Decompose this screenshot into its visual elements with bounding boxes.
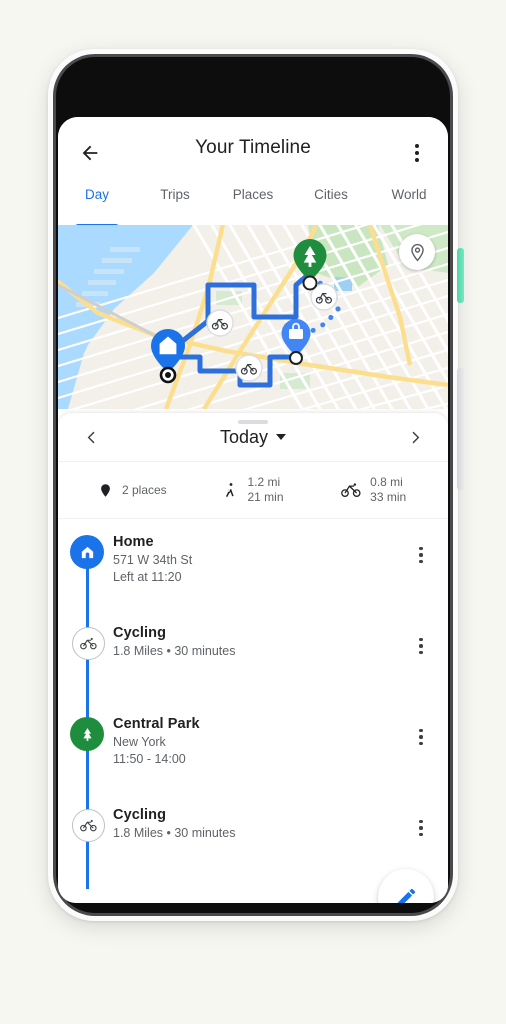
stat-cycling-text: 0.8 mi 33 min	[370, 475, 406, 505]
entry-title: Home	[113, 534, 154, 550]
tab-cities[interactable]: Cities	[292, 185, 370, 225]
chevron-left-icon	[87, 431, 94, 443]
walking-icon	[226, 483, 235, 497]
stat-places-line1: 2 places	[121, 482, 167, 497]
entry-title: Cycling	[113, 625, 167, 641]
cycling-marker-3	[235, 354, 263, 382]
bicycle-icon	[79, 819, 97, 832]
bicycle-icon	[341, 483, 361, 497]
entry-subtitle-2: Left at 11:20	[113, 570, 182, 584]
caret-down-icon	[276, 434, 287, 440]
page-title: Your Timeline	[195, 137, 311, 158]
chevron-right-icon	[412, 431, 419, 443]
entry-subtitle-1: 1.8 Miles • 30 minutes	[113, 644, 236, 658]
stat-walking-text: 1.2 mi 21 min	[247, 475, 283, 505]
tab-places[interactable]: Places	[214, 185, 292, 225]
entry-subtitle-2: 11:50 - 14:00	[113, 752, 186, 766]
entry-overflow-button[interactable]	[408, 632, 434, 660]
stat-cycling-line2: 33 min	[370, 490, 407, 504]
timeline-entry-home[interactable]: Home 571 W 34th St Left at 11:20	[58, 525, 448, 616]
pencil-edit-icon	[397, 888, 415, 903]
map-pin-outline-icon	[410, 243, 424, 261]
phone-screen: Your Timeline Day Trips Places Cities Wo…	[58, 117, 448, 903]
entry-title: Central Park	[113, 716, 200, 732]
app-bar: Your Timeline	[58, 117, 448, 185]
previous-day-button[interactable]	[74, 420, 108, 454]
entry-title: Cycling	[113, 807, 167, 823]
tree-icon	[82, 727, 92, 741]
next-day-button[interactable]	[398, 420, 432, 454]
place-pin-icon	[101, 483, 110, 497]
home-marker-icon	[70, 535, 104, 569]
house-icon	[81, 546, 93, 558]
entry-overflow-button[interactable]	[408, 814, 434, 842]
day-selector[interactable]: Today	[219, 426, 287, 448]
tab-bar: Day Trips Places Cities World	[58, 185, 448, 225]
cycling-marker-2	[206, 309, 234, 337]
daily-stats-bar: 2 places 1.2 mi 21 min 0.8 mi 33 min	[58, 461, 448, 519]
map-view[interactable]	[58, 225, 448, 409]
stat-places: 2 places	[72, 483, 193, 498]
entry-subtitle-1: 1.8 Miles • 30 minutes	[113, 826, 236, 840]
tab-world[interactable]: World	[370, 185, 448, 225]
day-label: Today	[219, 426, 269, 447]
day-navigator: Today	[58, 413, 448, 461]
map-canvas	[58, 225, 448, 409]
bicycle-icon	[79, 637, 97, 650]
tab-day[interactable]: Day	[58, 185, 136, 225]
bottom-sheet: Today 2 places 1.2 mi 21 min 0.8 mi 33 m…	[58, 413, 448, 903]
timeline-list: Home 571 W 34th St Left at 11:20 Cycling…	[58, 519, 448, 889]
stat-walking: 1.2 mi 21 min	[193, 475, 314, 505]
stat-cycling: 0.8 mi 33 min	[313, 475, 434, 505]
park-marker-icon	[70, 717, 104, 751]
power-button[interactable]	[457, 248, 464, 303]
cycling-marker-icon	[71, 809, 105, 842]
tab-trips[interactable]: Trips	[136, 185, 214, 225]
timeline-entry-central-park[interactable]: Central Park New York 11:50 - 14:00	[58, 707, 448, 798]
overflow-menu-button[interactable]	[400, 135, 434, 171]
screenshot-root: Your Timeline Day Trips Places Cities Wo…	[0, 0, 506, 1024]
timeline-entry-cycling-1[interactable]: Cycling 1.8 Miles • 30 minutes	[58, 616, 448, 707]
volume-rocker-button[interactable]	[457, 368, 464, 490]
stat-walking-line2: 21 min	[247, 490, 284, 504]
entry-subtitle-1: 571 W 34th St	[113, 553, 193, 567]
stat-cycling-line1: 0.8 mi	[370, 475, 403, 489]
entry-subtitle-1: New York	[113, 735, 166, 749]
stat-places-text: 2 places	[122, 483, 167, 498]
cycling-marker-icon	[71, 627, 105, 660]
stat-walking-line1: 1.2 mi	[247, 475, 281, 489]
entry-overflow-button[interactable]	[408, 541, 434, 569]
map-pin-button[interactable]	[399, 234, 435, 270]
entry-overflow-button[interactable]	[408, 723, 434, 751]
